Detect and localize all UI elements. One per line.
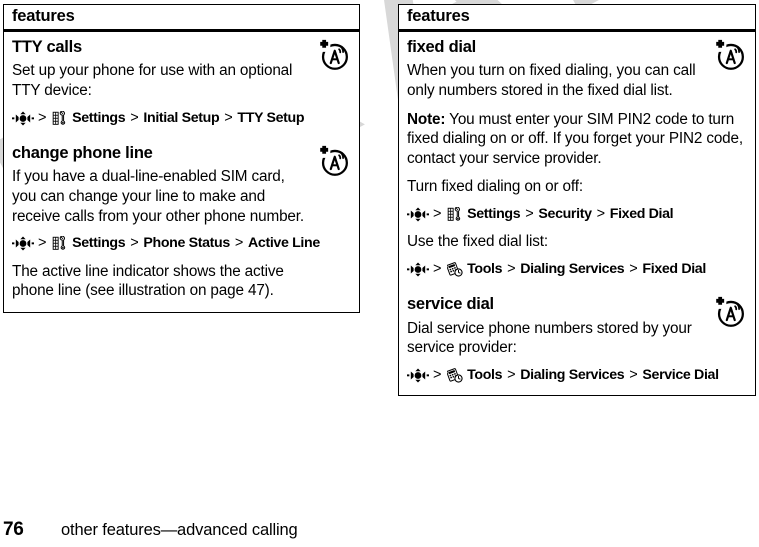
menu-path: > Settings > Initial Setup > TTY Setup — [12, 110, 351, 127]
feature-paragraph: Dial service phone numbers stored by you… — [407, 319, 692, 357]
menu-path-label: Dialing Services — [520, 367, 625, 384]
menu-path-label: Dialing Services — [520, 261, 625, 278]
menu-path-label: Settings — [72, 235, 126, 252]
features-table: features TTY calls Set up your phone for u… — [3, 4, 360, 313]
menu-path-label: Settings — [72, 109, 126, 126]
feature-title: fixed dial — [407, 38, 477, 56]
menu-path-separator: > — [629, 366, 638, 383]
features-column-right: features fixed dial When you turn on fixed… — [398, 4, 756, 397]
nav-key-icon — [407, 262, 429, 277]
feature-title: service dial — [407, 295, 494, 314]
menu-path-separator: > — [130, 109, 139, 126]
menu-path-separator: > — [507, 260, 516, 277]
tools-icon — [447, 262, 463, 277]
feature-row-content: service dial Dial service phone numbers s… — [399, 289, 755, 395]
menu-path-label: Fixed Dial — [642, 261, 706, 278]
settings-tools-icon — [447, 207, 463, 222]
feature-paragraph: The active line indicator shows the acti… — [12, 262, 284, 300]
menu-path: > Settings > Phone Status > Active Line — [12, 235, 351, 252]
page-number: 76 — [3, 519, 24, 540]
note-text: You must enter your SIM PIN2 code to tur… — [407, 110, 743, 167]
manual-page: features TTY calls Set up your phone for u… — [0, 0, 759, 547]
nav-key-icon — [407, 368, 429, 383]
network-roam-icon — [711, 294, 749, 328]
menu-path-separator: > — [38, 235, 47, 252]
menu-path: > Tools > Dialing Services > Service Dial — [407, 367, 747, 384]
menu-path-separator: > — [525, 205, 534, 222]
network-roam-icon — [315, 37, 353, 71]
nav-key-icon — [12, 111, 34, 126]
menu-path: > Settings > Security > Fixed Dial — [407, 206, 747, 223]
footer-section-title: other features—advanced calling — [61, 521, 298, 539]
menu-path-label: Security — [538, 206, 592, 223]
menu-path-label: Initial Setup — [143, 109, 220, 126]
menu-path-separator: > — [433, 366, 442, 383]
menu-path-label: Fixed Dial — [609, 206, 674, 223]
menu-path-separator: > — [38, 109, 47, 126]
settings-tools-icon — [52, 236, 68, 251]
menu-path-label: Service Dial — [642, 367, 719, 384]
feature-title: change phone line — [12, 144, 153, 163]
network-roam-icon — [711, 37, 749, 71]
feature-paragraph: Use the fixed dial list: — [407, 233, 548, 251]
features-table-header: features — [3, 4, 360, 32]
features-table-header: features — [398, 4, 756, 32]
feature-row-content: fixed dial When you turn on fixed dialing… — [399, 32, 755, 289]
menu-path-separator: > — [130, 235, 139, 252]
menu-path-label: Settings — [467, 206, 521, 223]
features-table: features fixed dial When you turn on fixed… — [398, 4, 756, 397]
feature-row: TTY calls Set up your phone for use with … — [4, 31, 360, 139]
feature-row: change phone line If you have a dual-line… — [4, 138, 360, 312]
feature-title: TTY calls — [12, 38, 82, 56]
feature-paragraph: Turn fixed dialing on or off: — [407, 178, 583, 196]
menu-path-label: TTY Setup — [237, 109, 305, 126]
page-footer: 76 other features—advanced calling — [3, 519, 298, 541]
note-label: Note: — [407, 110, 446, 128]
menu-path-label: Active Line — [248, 235, 320, 252]
settings-tools-icon — [52, 110, 68, 126]
feature-row: service dial Dial service phone numbers s… — [399, 289, 756, 396]
feature-row: fixed dial When you turn on fixed dialing… — [399, 31, 756, 290]
tools-icon — [447, 368, 463, 383]
menu-path-separator: > — [629, 260, 638, 277]
menu-path-label: Tools — [467, 367, 503, 384]
menu-path-separator: > — [507, 366, 516, 383]
menu-path-label: Tools — [467, 261, 503, 278]
features-column-left: features TTY calls Set up your phone for u… — [3, 4, 360, 313]
feature-paragraph: When you turn on fixed dialing, you can … — [407, 62, 696, 100]
menu-path: > Tools > Dialing Services > Fixed Dial — [407, 261, 747, 278]
feature-row-content: change phone line If you have a dual-line… — [4, 138, 359, 312]
menu-path-separator: > — [234, 235, 244, 252]
network-roam-icon — [315, 143, 353, 177]
feature-row-content: TTY calls Set up your phone for use with … — [4, 32, 359, 138]
menu-path-label: Phone Status — [143, 235, 230, 252]
menu-path-separator: > — [596, 205, 605, 222]
menu-path-separator: > — [224, 109, 233, 126]
feature-paragraph: If you have a dual-line-enabled SIM card… — [12, 168, 304, 225]
feature-note-paragraph: Note: You must enter your SIM PIN2 code … — [407, 110, 747, 169]
menu-path-separator: > — [433, 205, 442, 222]
nav-key-icon — [407, 207, 429, 222]
nav-key-icon — [12, 236, 34, 251]
feature-paragraph: Set up your phone for use with an option… — [12, 62, 293, 100]
menu-path-separator: > — [433, 260, 442, 277]
